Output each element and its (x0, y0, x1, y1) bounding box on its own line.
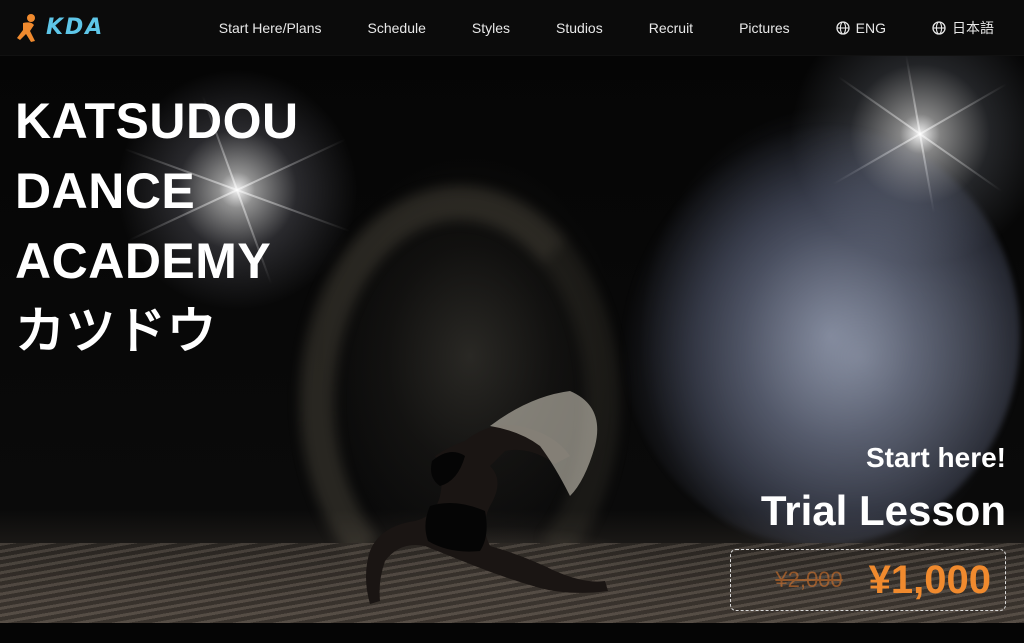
trial-price-button[interactable]: ¥2,000 ¥1,000 (730, 549, 1006, 611)
language-japanese-link[interactable]: 日本語 (932, 18, 994, 38)
hero-title-line-japanese: カツドウ (15, 302, 217, 360)
globe-icon (932, 21, 946, 35)
hero-title: KATSUDOU DANCE ACADEMY カツドウ (15, 86, 299, 366)
original-price: ¥2,000 (775, 567, 843, 592)
nav-item-start-here-plans[interactable]: Start Here/Plans (219, 20, 322, 36)
nav-item-pictures[interactable]: Pictures (739, 20, 790, 36)
logo-text: KDA (46, 15, 105, 40)
nav-item-recruit[interactable]: Recruit (649, 20, 693, 36)
site-logo[interactable]: KDA (14, 0, 104, 56)
globe-icon (836, 21, 850, 35)
hero-title-line: ACADEMY (15, 233, 272, 289)
discounted-price: ¥1,000 (868, 557, 991, 602)
main-nav: Start Here/Plans Schedule Styles Studios… (219, 0, 994, 56)
nav-item-studios[interactable]: Studios (556, 20, 603, 36)
hero-image: KATSUDOU DANCE ACADEMY カツドウ Start here! … (0, 56, 1024, 623)
language-japanese-label: 日本語 (952, 20, 994, 36)
dancer-silhouette (366, 391, 608, 604)
bottom-edge (0, 623, 1024, 643)
nav-item-schedule[interactable]: Schedule (368, 20, 426, 36)
hero-title-line: DANCE (15, 163, 196, 219)
cta-title: Trial Lesson (760, 487, 1006, 534)
trial-lesson-cta: Start here! Trial Lesson ¥2,000 ¥1,000 (730, 441, 1006, 611)
language-english-label: ENG (855, 20, 886, 36)
cta-subtitle: Start here! (865, 442, 1006, 473)
nav-item-styles[interactable]: Styles (472, 20, 510, 36)
dancer-logo-icon (17, 13, 35, 42)
hero-title-line: KATSUDOU (15, 93, 299, 149)
top-navigation-bar: KDA Start Here/Plans Schedule Styles Stu… (0, 0, 1024, 56)
language-english-link[interactable]: ENG (836, 20, 886, 36)
